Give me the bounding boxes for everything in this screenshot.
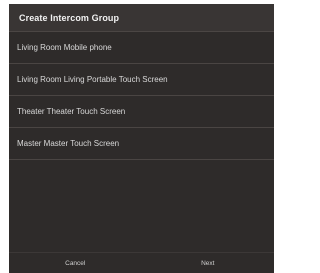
dialog-footer: Cancel Next <box>9 252 274 273</box>
device-list: Living Room Mobile phone Living Room Liv… <box>9 32 274 252</box>
list-item-living-room-portable-touch-screen[interactable]: Living Room Living Portable Touch Screen <box>9 64 274 96</box>
list-item-living-room-mobile-phone[interactable]: Living Room Mobile phone <box>9 32 274 64</box>
create-intercom-group-dialog: Create Intercom Group Living Room Mobile… <box>9 4 274 273</box>
list-item-master-touch-screen[interactable]: Master Master Touch Screen <box>9 128 274 160</box>
list-item-theater-touch-screen[interactable]: Theater Theater Touch Screen <box>9 96 274 128</box>
dialog-title: Create Intercom Group <box>19 12 120 23</box>
dialog-title-bar: Create Intercom Group <box>9 4 274 32</box>
list-item-label: Living Room Living Portable Touch Screen <box>17 75 168 84</box>
list-item-label: Master Master Touch Screen <box>17 139 120 148</box>
list-item-label: Theater Theater Touch Screen <box>17 107 126 116</box>
list-item-label: Living Room Mobile phone <box>17 43 112 52</box>
cancel-button[interactable]: Cancel <box>9 260 142 267</box>
next-button[interactable]: Next <box>142 260 275 267</box>
